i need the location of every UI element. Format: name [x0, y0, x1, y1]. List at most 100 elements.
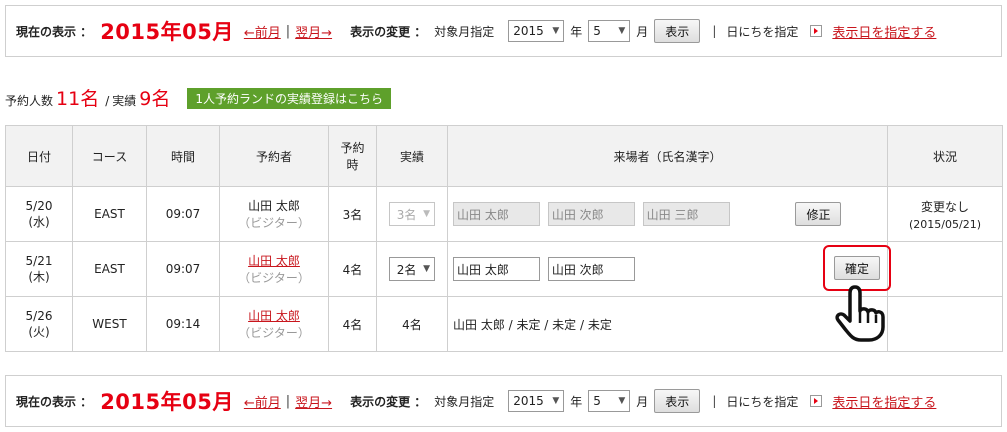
reserved-cell: 4名 — [328, 296, 377, 352]
date-weekday: (火) — [28, 324, 50, 339]
specify-day-label: 日にちを指定 — [726, 394, 799, 409]
month-select[interactable]: 5 ▼ — [588, 390, 631, 412]
year-select[interactable]: 2015 ▼ — [508, 20, 565, 42]
table-row: 5/26 (火) WEST 09:14 山田 太郎 （ビジター） 4名 4名 山… — [5, 296, 1003, 352]
specify-date-link[interactable]: 表示日を指定する — [832, 22, 936, 41]
year-select[interactable]: 2015 ▼ — [508, 390, 565, 412]
status-cell — [887, 241, 1003, 297]
reserved-cell: 3名 — [328, 186, 377, 242]
chevron-down-icon: ▼ — [552, 396, 560, 406]
visitor-name-field: 山田 次郎 — [547, 202, 635, 226]
actual-count-select: 3名 ▼ — [389, 202, 435, 226]
specify-date-link[interactable]: 表示日を指定する — [832, 392, 936, 411]
booker-cell: 山田 太郎 （ビジター） — [219, 241, 329, 297]
date-day: 5/20 — [25, 198, 53, 213]
header-status: 状況 — [887, 125, 1003, 187]
booker-cell: 山田 太郎 （ビジター） — [219, 296, 329, 352]
date-day: 5/26 — [25, 308, 53, 323]
reservation-table: 日付 コース 時間 予約者 予約 時 実績 来場者（氏名漢字） 状況 5/20 … — [5, 125, 1003, 352]
change-display-label: 表示の変更 ： — [350, 24, 427, 39]
reservation-summary: 予約人数 11名 / 実績 9名 1人予約ランドの実績登録はこちら — [5, 84, 391, 111]
month-select[interactable]: 5 ▼ — [588, 20, 631, 42]
year-unit: 年 — [570, 24, 583, 39]
action-slot: 修正 — [737, 202, 842, 226]
month-unit: 月 — [636, 394, 649, 409]
prev-month-link[interactable]: ←前月 — [244, 392, 281, 411]
header-reserved-line1: 予約 — [340, 141, 365, 155]
visitor-name-field: 山田 三郎 — [642, 202, 730, 226]
booker-name-link[interactable]: 山田 太郎 — [220, 307, 328, 324]
specify-day-label: 日にちを指定 — [726, 24, 799, 39]
header-date: 日付 — [5, 125, 73, 187]
booker-cell: 山田 太郎 （ビジター） — [219, 186, 329, 242]
visitor-name-field[interactable]: 山田 太郎 — [453, 257, 540, 281]
date-cell: 5/20 (水) — [5, 186, 73, 242]
actual-count-select[interactable]: 2名 ▼ — [389, 257, 435, 281]
date-weekday: (木) — [28, 269, 50, 284]
next-month-link[interactable]: 翌月→ — [295, 22, 332, 41]
show-button[interactable]: 表示 — [654, 389, 701, 413]
actual-select-value: 2名 — [396, 262, 417, 277]
booker-name-link[interactable]: 山田 太郎 — [220, 252, 328, 269]
reserved-count: 11名 — [56, 88, 100, 110]
chevron-down-icon: ▼ — [618, 26, 626, 36]
guest-tag: （ビジター） — [238, 271, 310, 285]
current-month: 2015年05月 — [100, 20, 234, 44]
edit-button[interactable]: 修正 — [795, 202, 842, 226]
chevron-down-icon: ▼ — [423, 209, 430, 219]
status-date: (2015/05/21) — [909, 217, 981, 231]
month-nav-bar-bottom: 現在の表示 ： 2015年05月 ←前月 | 翌月→ 表示の変更 ： 対象月指定… — [5, 375, 1002, 427]
current-display-label: 現在の表示 ： — [16, 394, 93, 409]
month-select-value: 5 — [593, 24, 601, 38]
actual-cell: 3名 ▼ — [376, 186, 448, 242]
header-course: コース — [72, 125, 147, 187]
month-nav-bar-top: 現在の表示 ： 2015年05月 ←前月 | 翌月→ 表示の変更 ： 対象月指定… — [5, 5, 1002, 57]
header-reserved: 予約 時 — [328, 125, 377, 187]
table-row: 5/21 (木) EAST 09:07 山田 太郎 （ビジター） 4名 2名 ▼… — [5, 241, 1003, 297]
table-row: 5/20 (水) EAST 09:07 山田 太郎 （ビジター） 3名 3名 ▼… — [5, 186, 1003, 242]
status-cell: 変更なし (2015/05/21) — [887, 186, 1003, 242]
course-cell: WEST — [72, 296, 147, 352]
table-header-row: 日付 コース 時間 予約者 予約 時 実績 来場者（氏名漢字） 状況 — [5, 125, 1003, 187]
play-arrow-icon[interactable] — [810, 25, 823, 37]
confirm-button[interactable]: 確定 — [833, 256, 880, 280]
visitor-name-field[interactable]: 山田 次郎 — [547, 257, 635, 281]
date-cell: 5/26 (火) — [5, 296, 73, 352]
change-display-label: 表示の変更 ： — [350, 394, 427, 409]
date-weekday: (水) — [28, 214, 50, 229]
next-month-link[interactable]: 翌月→ — [295, 392, 332, 411]
nav-separator: | — [712, 24, 717, 38]
course-cell: EAST — [72, 186, 147, 242]
target-month-label: 対象月指定 — [434, 24, 495, 39]
date-day: 5/21 — [25, 253, 53, 268]
header-booker: 予約者 — [219, 125, 329, 187]
month-select-value: 5 — [593, 394, 601, 408]
course-cell: EAST — [72, 241, 147, 297]
reserved-count-label: 予約人数 — [5, 94, 54, 108]
header-time: 時間 — [146, 125, 220, 187]
prev-month-link[interactable]: ←前月 — [244, 22, 281, 41]
chevron-down-icon: ▼ — [618, 396, 626, 406]
header-actual: 実績 — [376, 125, 448, 187]
play-arrow-icon[interactable] — [810, 395, 823, 407]
year-select-value: 2015 — [513, 394, 544, 408]
show-button[interactable]: 表示 — [654, 19, 701, 43]
visitor-name-field: 山田 太郎 — [453, 202, 540, 226]
single-reservation-register-button[interactable]: 1人予約ランドの実績登録はこちら — [187, 88, 391, 109]
chevron-down-icon: ▼ — [423, 264, 430, 274]
visitors-cell: 山田 太郎 山田 次郎 確定 — [447, 241, 891, 297]
booker-name: 山田 太郎 — [248, 199, 300, 213]
header-reserved-line2: 時 — [346, 158, 359, 172]
actual-count: 9名 — [139, 88, 171, 110]
visitors-cell: 山田 太郎 山田 次郎 山田 三郎 修正 — [447, 186, 888, 242]
summary-slash: / — [105, 94, 110, 108]
year-select-value: 2015 — [513, 24, 544, 38]
status-cell — [887, 296, 1003, 352]
confirm-highlight: 確定 — [823, 245, 891, 291]
target-month-label: 対象月指定 — [434, 394, 495, 409]
chevron-down-icon: ▼ — [552, 26, 560, 36]
year-unit: 年 — [570, 394, 583, 409]
actual-cell: 4名 — [376, 296, 448, 352]
visitors-cell: 山田 太郎 / 未定 / 未定 / 未定 — [447, 296, 888, 352]
actual-count-label: 実績 — [112, 94, 137, 108]
